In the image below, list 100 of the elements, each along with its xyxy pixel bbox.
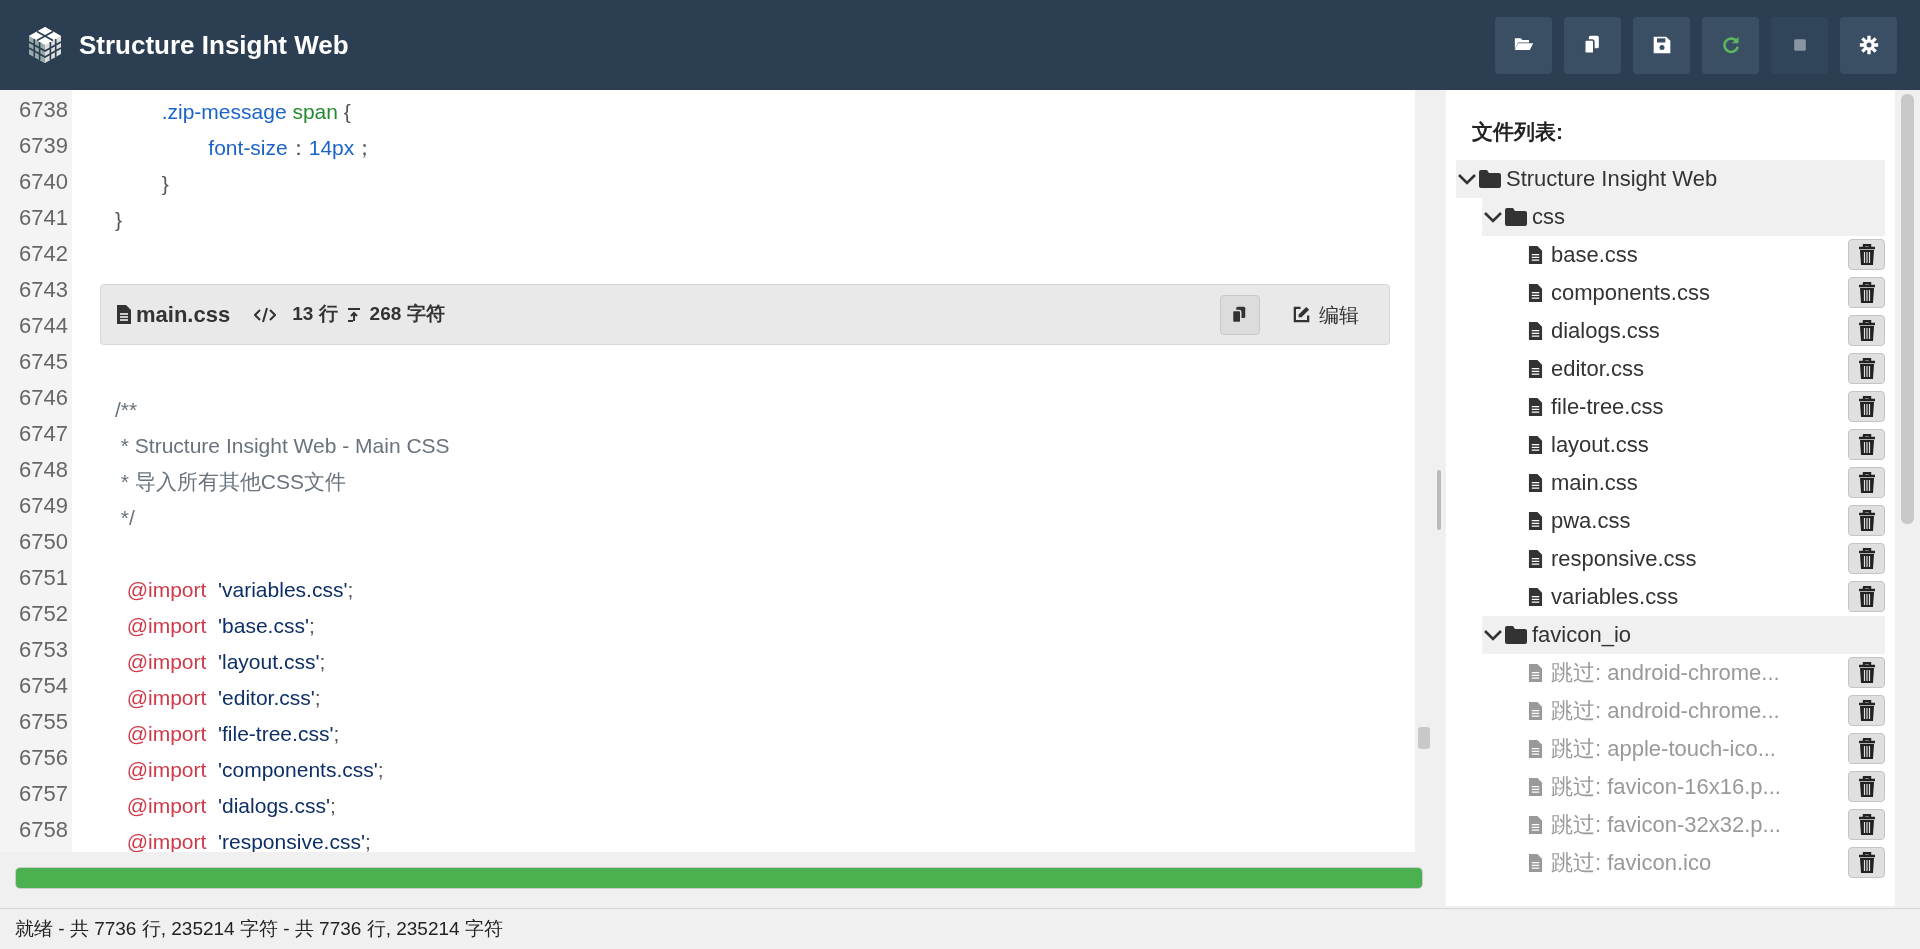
delete-button[interactable] (1848, 467, 1885, 498)
delete-button[interactable] (1848, 353, 1885, 384)
trash-icon[interactable] (1856, 281, 1877, 304)
file-icon (1528, 738, 1543, 759)
code-line: * Structure Insight Web - Main CSS (119, 434, 450, 457)
settings-icon[interactable] (1858, 35, 1879, 55)
line-number: 6743 (18, 276, 68, 304)
code-line: @import 'variables.css'; (125, 578, 354, 601)
code-line: @import 'base.css'; (125, 614, 315, 637)
code-line: */ (119, 506, 135, 529)
file-icon (116, 304, 132, 325)
trash-icon[interactable] (1856, 243, 1877, 266)
line-number: 6741 (18, 204, 68, 232)
trash-icon[interactable] (1856, 433, 1877, 456)
file-item[interactable]: components.css (1528, 276, 1710, 309)
folder-row[interactable]: favicon_io (1482, 615, 1885, 654)
splitter-handle[interactable] (1437, 470, 1441, 530)
file-name: main.css (136, 301, 231, 329)
file-item[interactable]: dialogs.css (1528, 314, 1660, 347)
line-number: 6752 (18, 600, 68, 628)
file-icon (1528, 700, 1543, 721)
save-icon[interactable] (1651, 35, 1672, 55)
edit-button[interactable]: 编辑 (1284, 299, 1367, 330)
delete-button[interactable] (1848, 277, 1885, 308)
file-item[interactable]: base.css (1528, 238, 1638, 271)
file-icon (1528, 548, 1543, 569)
trash-icon[interactable] (1856, 471, 1877, 494)
trash-icon[interactable] (1856, 547, 1877, 570)
file-item[interactable]: variables.css (1528, 580, 1679, 613)
line-number: 6755 (18, 708, 68, 736)
delete-button[interactable] (1848, 391, 1885, 422)
file-item[interactable]: pwa.css (1528, 504, 1631, 537)
code-line: font-size：14px； (207, 136, 376, 159)
file-icon (1528, 434, 1543, 455)
folder-icon (1504, 206, 1528, 227)
line-count: 13 行 (292, 302, 338, 327)
line-number: 6740 (18, 168, 68, 196)
copy-button[interactable] (1220, 294, 1260, 335)
trash-icon[interactable] (1856, 775, 1877, 798)
code-line: } (115, 208, 122, 231)
delete-button[interactable] (1848, 429, 1885, 460)
scrollbar-thumb[interactable] (1901, 94, 1914, 524)
line-number: 6748 (18, 456, 68, 484)
line-number: 6744 (18, 312, 68, 340)
trash-icon[interactable] (1856, 813, 1877, 836)
toolbar-button[interactable] (1840, 16, 1897, 74)
delete-button[interactable] (1848, 657, 1885, 688)
line-number: 6756 (18, 744, 68, 772)
trash-icon[interactable] (1856, 395, 1877, 418)
delete-button[interactable] (1848, 239, 1885, 270)
file-item[interactable]: file-tree.css (1528, 390, 1664, 423)
file-icon (1528, 814, 1543, 835)
file-item[interactable]: responsive.css (1528, 542, 1697, 575)
code-line: * 导入所有其他CSS文件 (119, 470, 347, 493)
line-number: 6753 (18, 636, 68, 664)
scrollbar-thumb[interactable] (1418, 727, 1430, 749)
delete-button[interactable] (1848, 315, 1885, 346)
toolbar-button[interactable] (1633, 16, 1690, 74)
trash-icon[interactable] (1856, 699, 1877, 722)
folder-row[interactable]: css (1482, 197, 1885, 236)
trash-icon[interactable] (1856, 661, 1877, 684)
line-number: 6757 (18, 780, 68, 808)
line-number: 6754 (18, 672, 68, 700)
file-icon (1528, 358, 1543, 379)
delete-button[interactable] (1848, 581, 1885, 612)
delete-button[interactable] (1848, 733, 1885, 764)
wrap-icon (345, 306, 362, 323)
folder-row[interactable]: Structure Insight Web (1456, 159, 1885, 198)
file-icon (1528, 776, 1543, 797)
line-number: 6746 (18, 384, 68, 412)
code-icon (254, 305, 277, 324)
trash-icon[interactable] (1856, 851, 1877, 874)
delete-button[interactable] (1848, 543, 1885, 574)
line-number: 6739 (18, 132, 68, 160)
toolbar-button[interactable] (1564, 16, 1621, 74)
file-icon (1528, 244, 1543, 265)
line-number: 6747 (18, 420, 68, 448)
code-line: @import 'editor.css'; (125, 686, 321, 709)
delete-button[interactable] (1848, 695, 1885, 726)
line-number: 6751 (18, 564, 68, 592)
trash-icon[interactable] (1856, 737, 1877, 760)
delete-button[interactable] (1848, 771, 1885, 802)
delete-button[interactable] (1848, 809, 1885, 840)
app-title: Structure Insight Web (79, 28, 349, 62)
trash-icon[interactable] (1856, 319, 1877, 342)
file-item[interactable]: layout.css (1528, 428, 1649, 461)
edit-icon[interactable] (1292, 305, 1311, 324)
refresh-icon[interactable] (1720, 35, 1741, 55)
code-line: @import 'components.css'; (125, 758, 384, 781)
delete-button[interactable] (1848, 847, 1885, 878)
file-item[interactable]: editor.css (1528, 352, 1644, 385)
file-icon (1528, 320, 1543, 341)
trash-icon[interactable] (1856, 509, 1877, 532)
file-item[interactable]: main.css (1528, 466, 1638, 499)
delete-button[interactable] (1848, 505, 1885, 536)
toolbar-button[interactable] (1495, 16, 1552, 74)
file-icon (1528, 662, 1543, 683)
trash-icon[interactable] (1856, 585, 1877, 608)
cube-logo-icon (27, 25, 63, 65)
trash-icon[interactable] (1856, 357, 1877, 380)
